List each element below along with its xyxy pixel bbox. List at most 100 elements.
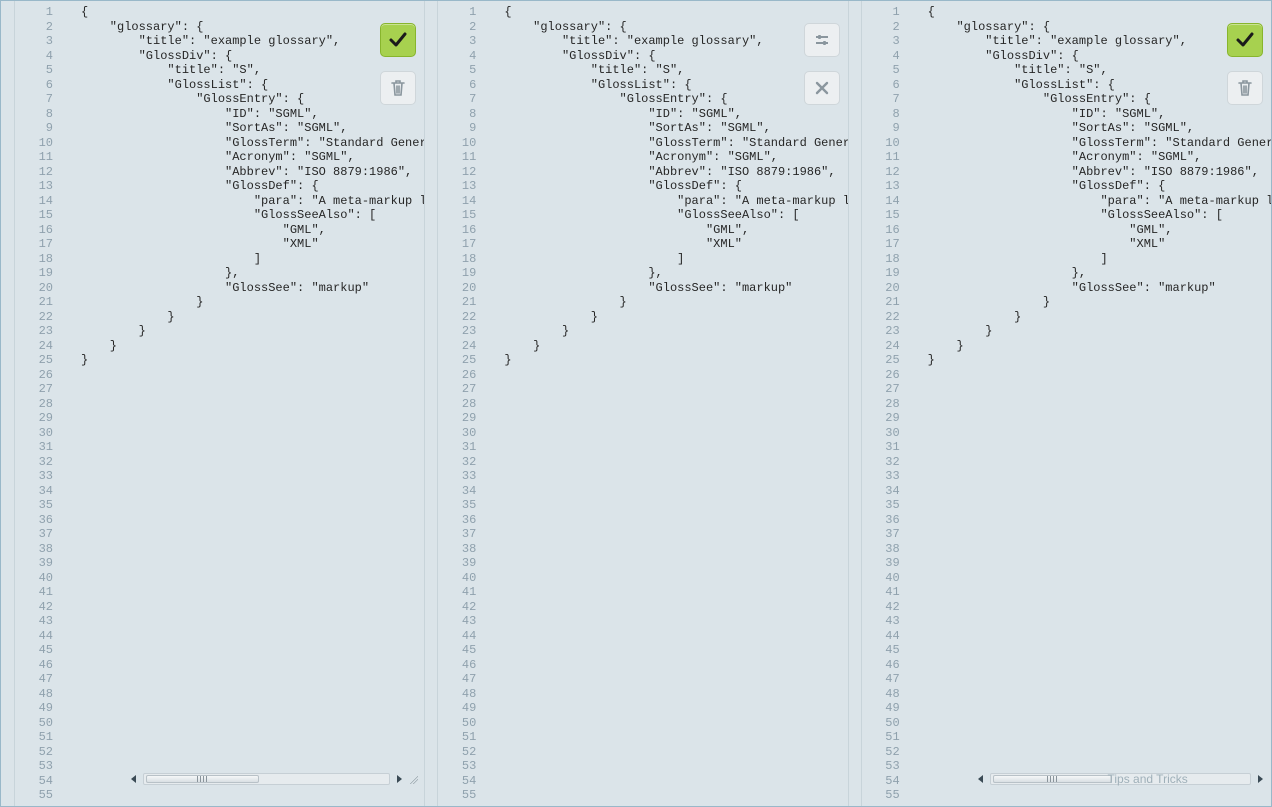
line-number-gutter: 1234567891011121314151617181920212223242… — [15, 1, 61, 806]
line-number: 13 — [15, 179, 53, 194]
scroll-left-icon[interactable] — [976, 774, 986, 784]
scroll-track[interactable] — [990, 773, 1251, 785]
scroll-thumb[interactable] — [993, 775, 1112, 783]
line-number: 33 — [15, 469, 53, 484]
line-number: 18 — [438, 252, 476, 267]
scroll-left-icon[interactable] — [129, 774, 139, 784]
line-number: 36 — [15, 513, 53, 528]
validate-button[interactable] — [1227, 23, 1263, 57]
line-number: 15 — [862, 208, 900, 223]
line-number: 48 — [438, 687, 476, 702]
line-number: 17 — [438, 237, 476, 252]
line-number: 1 — [15, 5, 53, 20]
settings-button[interactable] — [804, 23, 840, 57]
line-number: 49 — [15, 701, 53, 716]
close-button[interactable] — [804, 71, 840, 105]
line-number: 13 — [438, 179, 476, 194]
editor-panel-middle: 1234567891011121314151617181920212223242… — [438, 1, 847, 806]
line-number: 52 — [438, 745, 476, 760]
validate-button[interactable] — [380, 23, 416, 57]
line-number: 16 — [15, 223, 53, 238]
trash-icon — [389, 79, 407, 97]
code-area[interactable]: { "glossary": { "title": "example glossa… — [484, 1, 847, 806]
scroll-track[interactable] — [143, 773, 390, 785]
editor-panel-right: 1234567891011121314151617181920212223242… — [862, 1, 1271, 806]
line-number: 41 — [862, 585, 900, 600]
line-number: 19 — [862, 266, 900, 281]
code-area[interactable]: { "glossary": { "title": "example glossa… — [61, 1, 424, 806]
resize-handle-icon[interactable] — [408, 774, 418, 784]
line-number: 18 — [862, 252, 900, 267]
scroll-right-icon[interactable] — [1255, 774, 1265, 784]
line-number: 5 — [15, 63, 53, 78]
line-number: 30 — [862, 426, 900, 441]
line-number: 35 — [438, 498, 476, 513]
line-number: 26 — [438, 368, 476, 383]
line-number: 16 — [862, 223, 900, 238]
line-number: 6 — [862, 78, 900, 93]
line-number: 25 — [438, 353, 476, 368]
line-number: 30 — [438, 426, 476, 441]
line-number: 18 — [15, 252, 53, 267]
line-number: 4 — [862, 49, 900, 64]
line-number: 20 — [15, 281, 53, 296]
line-number: 24 — [15, 339, 53, 354]
line-number: 17 — [862, 237, 900, 252]
app-root: 1234567891011121314151617181920212223242… — [0, 0, 1272, 807]
line-number: 35 — [862, 498, 900, 513]
code-text[interactable]: { "glossary": { "title": "example glossa… — [484, 1, 847, 368]
line-number: 45 — [862, 643, 900, 658]
line-number: 27 — [862, 382, 900, 397]
panel-toolbar — [380, 23, 416, 105]
line-number: 15 — [438, 208, 476, 223]
line-number: 45 — [438, 643, 476, 658]
line-number: 7 — [438, 92, 476, 107]
line-number: 38 — [438, 542, 476, 557]
line-number: 31 — [15, 440, 53, 455]
line-number: 37 — [862, 527, 900, 542]
line-number: 16 — [438, 223, 476, 238]
code-text[interactable]: { "glossary": { "title": "example glossa… — [61, 1, 424, 368]
line-number: 2 — [862, 20, 900, 35]
line-number: 22 — [862, 310, 900, 325]
line-number: 14 — [15, 194, 53, 209]
line-number: 6 — [15, 78, 53, 93]
line-number-gutter: 1234567891011121314151617181920212223242… — [438, 1, 484, 806]
scroll-right-icon[interactable] — [394, 774, 404, 784]
line-number: 39 — [862, 556, 900, 571]
line-number: 43 — [862, 614, 900, 629]
panel-toolbar — [1227, 23, 1263, 105]
panel-divider[interactable] — [424, 1, 438, 806]
line-number: 36 — [438, 513, 476, 528]
line-number: 29 — [862, 411, 900, 426]
line-number: 52 — [15, 745, 53, 760]
line-number: 38 — [15, 542, 53, 557]
line-number: 29 — [15, 411, 53, 426]
line-number: 23 — [862, 324, 900, 339]
line-number: 8 — [438, 107, 476, 122]
line-number: 5 — [438, 63, 476, 78]
line-number: 34 — [15, 484, 53, 499]
line-number: 37 — [438, 527, 476, 542]
line-number: 32 — [15, 455, 53, 470]
line-number: 38 — [862, 542, 900, 557]
line-number: 25 — [862, 353, 900, 368]
line-number: 19 — [438, 266, 476, 281]
line-number: 35 — [15, 498, 53, 513]
line-number: 43 — [438, 614, 476, 629]
line-number: 31 — [862, 440, 900, 455]
scroll-thumb[interactable] — [146, 775, 259, 783]
line-number: 15 — [15, 208, 53, 223]
line-number: 45 — [15, 643, 53, 658]
delete-button[interactable] — [1227, 71, 1263, 105]
line-number: 37 — [15, 527, 53, 542]
line-number: 9 — [438, 121, 476, 136]
sliders-icon — [813, 31, 831, 49]
code-area[interactable]: { "glossary": { "title": "example glossa… — [908, 1, 1271, 806]
line-number: 20 — [438, 281, 476, 296]
line-number: 10 — [438, 136, 476, 151]
line-number: 9 — [862, 121, 900, 136]
code-text[interactable]: { "glossary": { "title": "example glossa… — [908, 1, 1271, 368]
delete-button[interactable] — [380, 71, 416, 105]
panel-divider[interactable] — [848, 1, 862, 806]
